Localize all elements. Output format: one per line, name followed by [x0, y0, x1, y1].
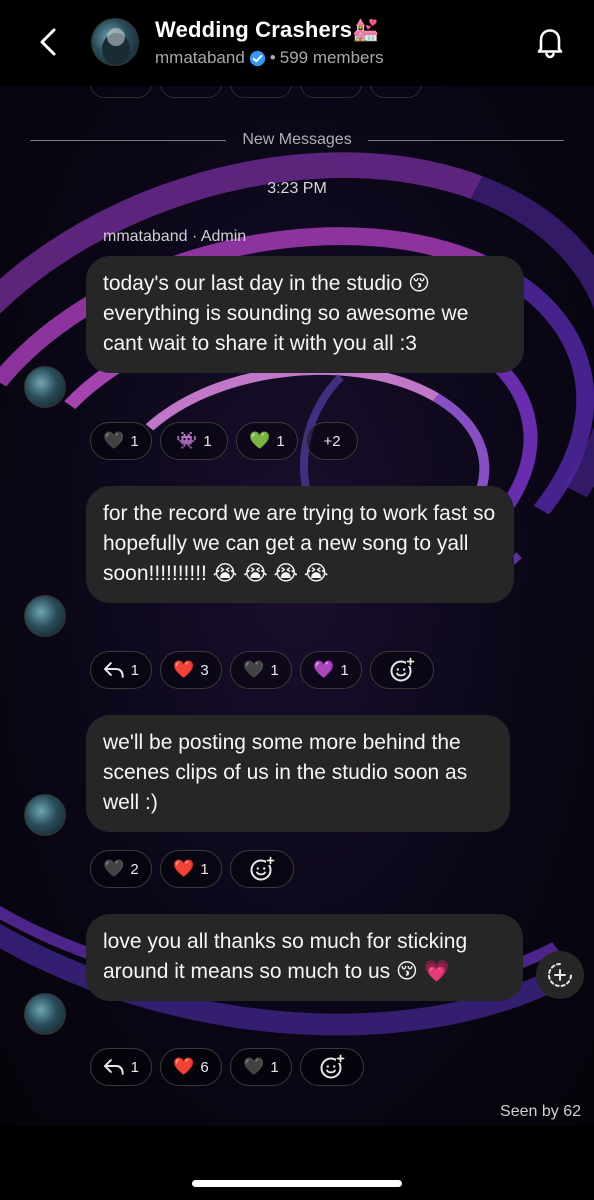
- black-heart-icon: 🖤: [243, 1057, 265, 1076]
- group-title[interactable]: Wedding Crashers💒: [155, 17, 380, 43]
- message-text: today's our last day in the studio 😚 eve…: [103, 272, 469, 355]
- owner-name: mmataband: [155, 48, 245, 67]
- reply-arrow-icon: [103, 1059, 124, 1075]
- add-reaction-button[interactable]: [300, 1048, 364, 1086]
- new-messages-label: New Messages: [242, 131, 352, 148]
- message-text: we'll be posting some more behind the sc…: [103, 731, 468, 814]
- sender-avatar[interactable]: [24, 366, 66, 408]
- add-emoji-icon: [320, 1054, 345, 1079]
- reaction-pill[interactable]: ❤️ 6: [160, 1048, 222, 1086]
- seen-by-label[interactable]: Seen by 62: [500, 1103, 581, 1121]
- reply-count: 1: [130, 661, 139, 679]
- reaction-pill[interactable]: ❤️ 1: [160, 850, 222, 888]
- reaction-count: 2: [130, 860, 139, 878]
- chat-header: Wedding Crashers💒 mmataband • 599 member…: [0, 0, 594, 86]
- group-subtitle: mmataband • 599 members: [155, 48, 384, 68]
- reaction-pill[interactable]: 🖤 2: [90, 850, 152, 888]
- subtitle-separator: •: [269, 48, 276, 67]
- footer-area: [0, 1126, 594, 1200]
- bell-icon: [537, 29, 563, 59]
- reaction-pill[interactable]: 🖤 1: [90, 422, 152, 460]
- member-count: 599 members: [279, 48, 384, 67]
- group-avatar[interactable]: [91, 18, 139, 66]
- reaction-count: 1: [203, 432, 212, 450]
- red-heart-icon: ❤️: [173, 1057, 195, 1076]
- reply-count: 1: [130, 1058, 139, 1076]
- add-emoji-icon: [390, 657, 415, 682]
- reaction-count: 3: [200, 661, 209, 679]
- red-heart-icon: ❤️: [173, 660, 195, 679]
- sender-name[interactable]: mmataband: [103, 228, 188, 245]
- black-heart-icon: 🖤: [103, 431, 125, 450]
- new-messages-divider: New Messages: [30, 131, 564, 149]
- message-bubble[interactable]: love you all thanks so much for sticking…: [86, 914, 523, 1001]
- replies-pill[interactable]: 1: [90, 651, 152, 689]
- sender-avatar[interactable]: [24, 794, 66, 836]
- reaction-pill[interactable]: 🖤 1: [230, 651, 292, 689]
- add-reaction-button[interactable]: [230, 850, 294, 888]
- reactions-row: 1 ❤️ 6 🖤 1: [90, 1048, 364, 1086]
- red-heart-icon: ❤️: [173, 859, 195, 878]
- reaction-pill[interactable]: 💜 1: [300, 651, 362, 689]
- sender-role: Admin: [200, 228, 247, 245]
- black-heart-icon: 🖤: [103, 859, 125, 878]
- message-bubble[interactable]: we'll be posting some more behind the sc…: [86, 715, 510, 832]
- more-reactions-pill[interactable]: +2: [306, 422, 358, 460]
- replies-pill[interactable]: 1: [90, 1048, 152, 1086]
- more-reactions-count: +2: [323, 432, 341, 450]
- green-heart-icon: 💚: [249, 431, 271, 450]
- sender-label: mmataband · Admin: [103, 228, 246, 246]
- purple-heart-icon: 💜: [313, 660, 335, 679]
- notifications-button[interactable]: [532, 24, 568, 60]
- reply-arrow-icon: [103, 662, 124, 678]
- reaction-count: 1: [200, 860, 209, 878]
- reaction-pill[interactable]: ❤️ 3: [160, 651, 222, 689]
- verified-badge-icon: [249, 50, 265, 66]
- sender-avatar[interactable]: [24, 993, 66, 1035]
- reaction-pill[interactable]: 👾 1: [160, 422, 228, 460]
- divider-line: [30, 139, 227, 141]
- reply-button[interactable]: [536, 951, 584, 999]
- reaction-count: 1: [276, 432, 285, 450]
- message-bubble[interactable]: today's our last day in the studio 😚 eve…: [86, 256, 524, 373]
- black-heart-icon: 🖤: [243, 660, 265, 679]
- add-reaction-button[interactable]: [370, 651, 434, 689]
- alien-monster-icon: 👾: [176, 431, 198, 450]
- message-timestamp: 3:23 PM: [267, 180, 327, 197]
- back-button[interactable]: [30, 22, 70, 62]
- message-bubble[interactable]: for the record we are trying to work fas…: [86, 486, 514, 603]
- reaction-count: 1: [130, 432, 139, 450]
- sender-avatar[interactable]: [24, 595, 66, 637]
- divider-line: [367, 139, 564, 141]
- reactions-row: 🖤 1 👾 1 💚 1 +2: [90, 422, 358, 460]
- home-indicator[interactable]: [192, 1180, 402, 1187]
- sender-role-separator: ·: [191, 228, 198, 245]
- chevron-left-icon: [40, 28, 56, 56]
- reaction-pill[interactable]: 🖤 1: [230, 1048, 292, 1086]
- reply-plus-icon: [548, 963, 572, 987]
- reaction-count: 1: [340, 661, 349, 679]
- message-text: for the record we are trying to work fas…: [103, 502, 496, 585]
- reactions-row: 1 ❤️ 3 🖤 1 💜 1: [90, 651, 434, 689]
- add-emoji-icon: [250, 856, 275, 881]
- reaction-count: 6: [200, 1058, 209, 1076]
- message-text: love you all thanks so much for sticking…: [103, 930, 468, 983]
- reaction-count: 1: [270, 661, 279, 679]
- reaction-pill[interactable]: 💚 1: [236, 422, 298, 460]
- reaction-count: 1: [270, 1058, 279, 1076]
- reactions-row: 🖤 2 ❤️ 1: [90, 850, 294, 888]
